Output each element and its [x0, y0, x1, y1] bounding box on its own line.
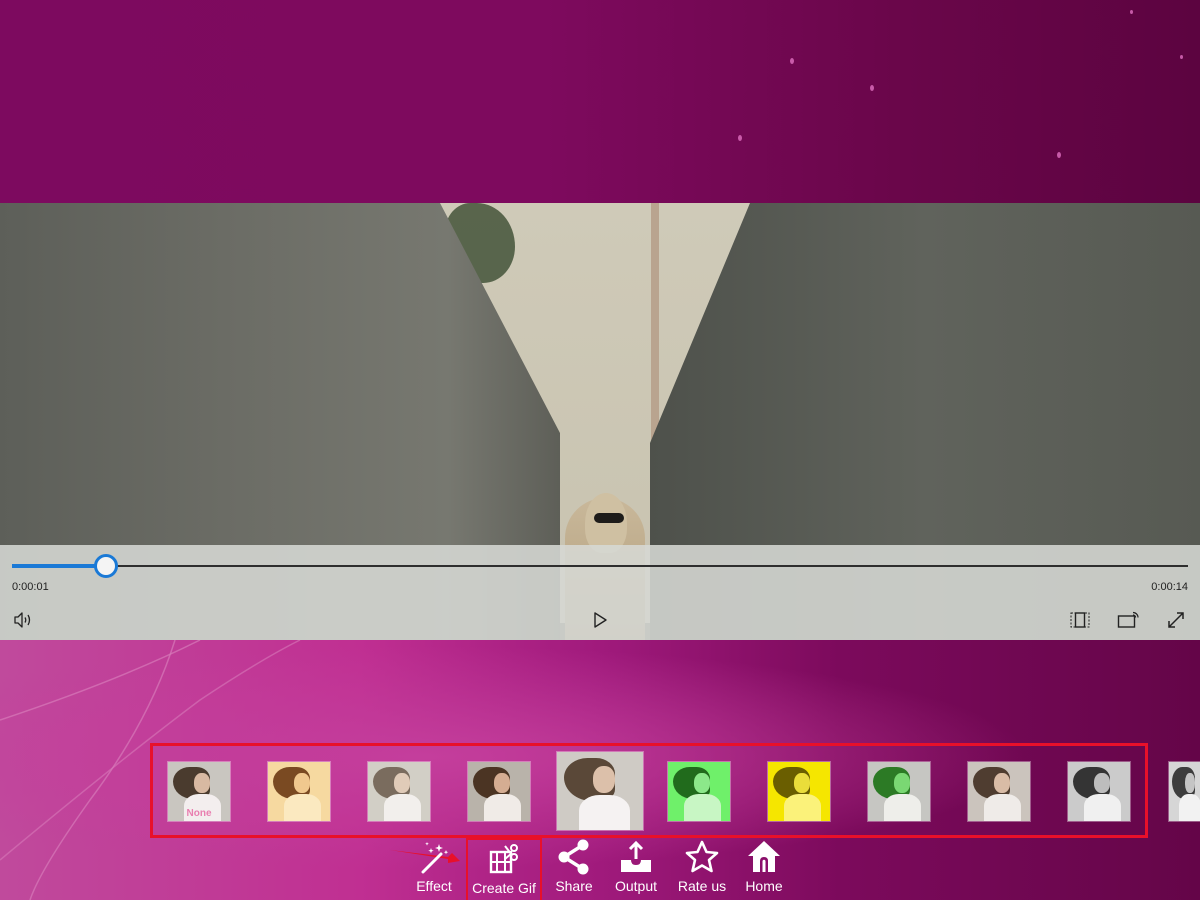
share-button[interactable]: Share [552, 838, 596, 900]
thumbnail-face [694, 772, 711, 793]
current-time: 0:00:01 [12, 581, 49, 593]
output-button[interactable]: Output [610, 838, 662, 900]
thumbnail-face [394, 772, 411, 793]
thumbnail-torso [1083, 794, 1121, 821]
effect-thumbnail-vignette[interactable] [467, 761, 531, 822]
rate-us-button[interactable]: Rate us [676, 838, 728, 900]
sparkle [1180, 55, 1183, 59]
cast-icon [1117, 611, 1139, 628]
thumbnail-face [494, 772, 511, 793]
aspect-ratio-icon [1070, 612, 1090, 628]
effect-label: Effect [416, 878, 452, 894]
thumbnail-face [894, 772, 911, 793]
thumbnail-torso [383, 794, 421, 821]
effect-thumbnail-yellow[interactable] [767, 761, 831, 822]
effect-thumbnail-original-large[interactable] [556, 751, 644, 831]
fullscreen-icon [1168, 612, 1184, 628]
share-label: Share [555, 878, 593, 894]
share-icon [558, 839, 589, 875]
thumbnail-torso [883, 794, 921, 821]
magic-wand-icon [421, 842, 449, 874]
thumbnail-face [1184, 772, 1195, 793]
aspect-ratio-button[interactable] [1068, 608, 1092, 632]
home-label: Home [745, 878, 783, 894]
home-button[interactable]: Home [742, 838, 786, 900]
effect-thumbnail-warm[interactable] [267, 761, 331, 822]
player-controls: 0:00:01 0:00:14 [0, 545, 1200, 640]
effect-thumbnail-sepia-light[interactable] [967, 761, 1031, 822]
thumbnail-torso [1178, 794, 1200, 821]
seek-bar[interactable] [12, 554, 1188, 578]
sparkle [870, 85, 874, 91]
video-player[interactable]: 0:00:01 0:00:14 [0, 203, 1200, 640]
effect-thumbnail-grayscale-partial[interactable] [1168, 761, 1200, 822]
effect-button[interactable]: Effect [409, 838, 459, 900]
effects-strip: None [150, 743, 1148, 838]
thumbnail-torso [578, 794, 631, 830]
create-gif-label: Create Gif [472, 880, 536, 896]
thumbnail-torso [683, 794, 721, 821]
rate-us-label: Rate us [677, 878, 727, 894]
effect-thumbnail-label: None [186, 808, 212, 819]
thumbnail-face [194, 772, 211, 793]
play-button[interactable] [588, 608, 612, 632]
sparkle [1130, 10, 1133, 14]
sparkle [790, 58, 794, 64]
thumbnail-face [294, 772, 311, 793]
thumbnail-face [994, 772, 1011, 793]
output-label: Output [614, 878, 658, 894]
film-scissors-icon [489, 844, 518, 874]
effect-thumbnail-green[interactable] [667, 761, 731, 822]
upload-icon [621, 840, 651, 872]
effect-thumbnail-faded[interactable] [367, 761, 431, 822]
thumbnail-torso [783, 794, 821, 821]
thumbnail-face [1094, 772, 1111, 793]
seek-thumb[interactable] [94, 554, 119, 578]
thumbnail-torso [983, 794, 1021, 821]
play-icon [594, 612, 607, 628]
fullscreen-button[interactable] [1164, 608, 1188, 632]
effect-thumbnail-green-tint[interactable] [867, 761, 931, 822]
video-figure-head [585, 493, 627, 553]
thumbnail-face [794, 772, 811, 793]
sparkle [1057, 152, 1061, 158]
volume-button[interactable] [12, 608, 36, 632]
thumbnail-face [593, 766, 616, 793]
effect-thumbnail-grayscale[interactable] [1067, 761, 1131, 822]
sparkle [738, 135, 742, 141]
total-time: 0:00:14 [1151, 581, 1188, 593]
home-icon [748, 841, 780, 872]
thumbnail-torso [483, 794, 521, 821]
effect-thumbnail-normal[interactable]: None [167, 761, 231, 822]
volume-icon [14, 612, 31, 628]
star-icon [685, 840, 719, 873]
create-gif-button[interactable]: Create Gif [466, 838, 542, 900]
video-figure-sunglasses [594, 513, 624, 523]
seek-progress [12, 564, 107, 568]
thumbnail-torso [283, 794, 321, 821]
cast-button[interactable] [1116, 608, 1140, 632]
